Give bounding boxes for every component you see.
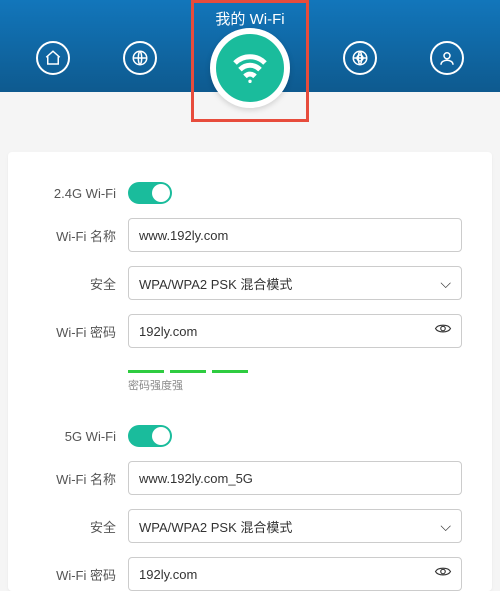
wifi24-toggle[interactable] (128, 182, 172, 204)
globe-icon[interactable] (123, 41, 157, 75)
wifi5-security-select[interactable]: WPA/WPA2 PSK 混合模式 ⌵ (128, 509, 462, 543)
wifi5-password-input[interactable] (128, 557, 462, 591)
wifi24-security-label: 安全 (38, 274, 128, 293)
wifi5-name-label: Wi-Fi 名称 (38, 469, 128, 488)
settings-panel: 2.4G Wi-Fi Wi-Fi 名称 安全 WPA/WPA2 PSK 混合模式… (8, 152, 492, 591)
chevron-down-icon: ⌵ (440, 275, 451, 292)
password-strength-bars (128, 370, 462, 373)
home-icon[interactable] (36, 41, 70, 75)
wifi24-password-label: Wi-Fi 密码 (38, 322, 128, 341)
globe-settings-icon[interactable] (343, 41, 377, 75)
password-strength-text: 密码强度强 (128, 377, 462, 393)
wifi24-name-input[interactable] (128, 218, 462, 252)
wifi24-password-input[interactable] (128, 314, 462, 348)
show-password-icon[interactable] (434, 320, 452, 343)
user-icon[interactable] (430, 41, 464, 75)
page-title: 我的 Wi-Fi (0, 0, 500, 29)
wifi24-section-label: 2.4G Wi-Fi (38, 186, 128, 201)
wifi5-section-label: 5G Wi-Fi (38, 429, 128, 444)
wifi24-security-value: WPA/WPA2 PSK 混合模式 (139, 274, 292, 293)
wifi24-security-select[interactable]: WPA/WPA2 PSK 混合模式 ⌵ (128, 266, 462, 300)
app-header: 我的 Wi-Fi (0, 0, 500, 92)
wifi24-name-label: Wi-Fi 名称 (38, 226, 128, 245)
chevron-down-icon: ⌵ (440, 518, 451, 535)
wifi5-toggle[interactable] (128, 425, 172, 447)
wifi-icon[interactable] (210, 28, 290, 108)
wifi5-password-label: Wi-Fi 密码 (38, 565, 128, 584)
show-password-icon[interactable] (434, 563, 452, 586)
wifi5-name-input[interactable] (128, 461, 462, 495)
